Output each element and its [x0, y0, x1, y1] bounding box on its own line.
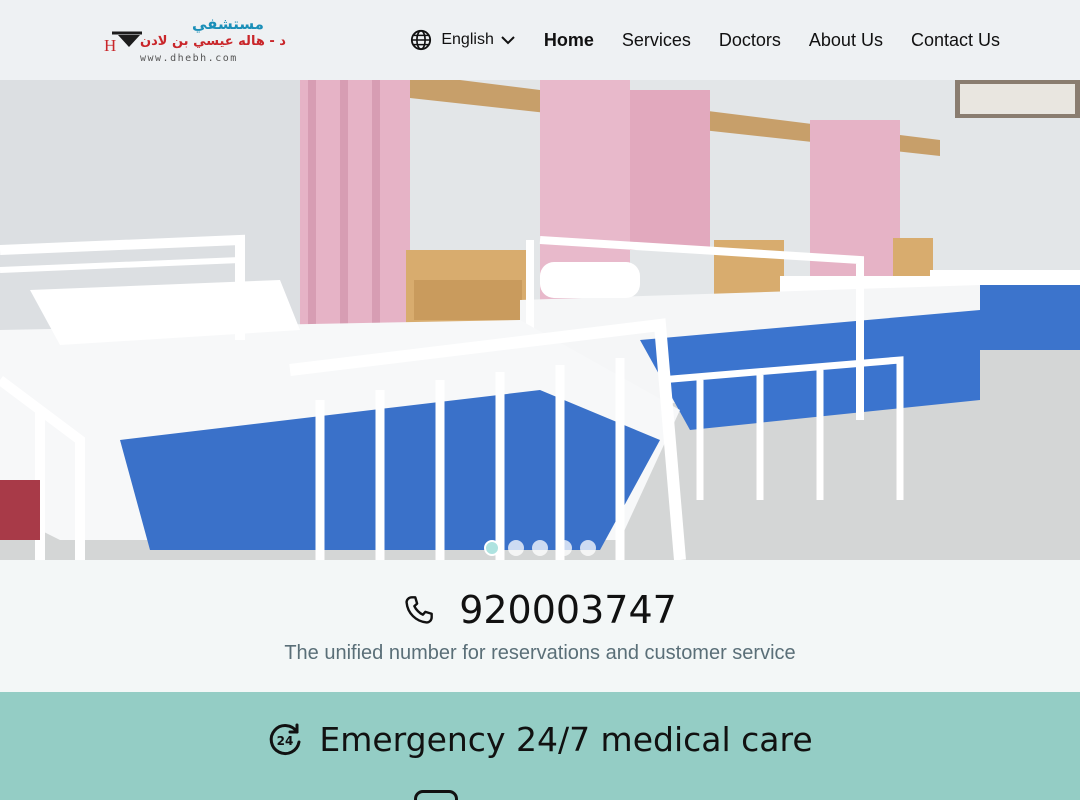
- nav-services[interactable]: Services: [622, 30, 691, 51]
- nav-contact-us[interactable]: Contact Us: [911, 30, 1000, 51]
- slider-dot-4[interactable]: [556, 540, 572, 556]
- slider-dot-5[interactable]: [580, 540, 596, 556]
- chevron-down-icon: [501, 36, 515, 45]
- phone-icon: [405, 596, 434, 624]
- nav-about-us[interactable]: About Us: [809, 30, 883, 51]
- 24-hours-icon: 24: [270, 723, 301, 755]
- hero-slider[interactable]: [0, 80, 1080, 560]
- next-item-icon: [414, 790, 458, 800]
- contact-section: 920003747 The unified number for reserva…: [0, 560, 1080, 692]
- nav-doctors[interactable]: Doctors: [719, 30, 781, 51]
- emergency-section: 24 Emergency 24/7 medical care: [0, 692, 1080, 800]
- phone-number[interactable]: 920003747: [459, 588, 677, 632]
- globe-icon: [411, 29, 432, 51]
- hospital-logo[interactable]: H مستشفي د - هاله عيسي بن لادن www.dhebh…: [82, 12, 286, 68]
- language-selector[interactable]: English: [410, 29, 515, 51]
- emergency-text: Emergency 24/7 medical care: [319, 720, 813, 759]
- slider-dot-1[interactable]: [484, 540, 500, 556]
- phone-subtitle: The unified number for reservations and …: [284, 642, 796, 664]
- main-nav: English Home Services Doctors About Us C…: [410, 0, 1000, 80]
- phone-row[interactable]: 920003747: [0, 588, 1080, 632]
- slider-dot-3[interactable]: [532, 540, 548, 556]
- slider-dots: [0, 540, 1080, 556]
- hospital-logo-icon: H: [88, 16, 142, 64]
- slider-dot-2[interactable]: [508, 540, 524, 556]
- nav-home[interactable]: Home: [544, 30, 594, 51]
- site-header: H مستشفي د - هاله عيسي بن لادن www.dhebh…: [0, 0, 1080, 80]
- svg-text:H: H: [104, 36, 116, 55]
- emergency-row: 24 Emergency 24/7 medical care: [0, 720, 1080, 759]
- language-label: English: [441, 31, 494, 48]
- logo-website: www.dhebh.com: [140, 53, 238, 64]
- logo-arabic-name: د - هاله عيسي بن لادن: [140, 34, 286, 49]
- logo-arabic-title: مستشفي: [192, 15, 264, 33]
- svg-text:24: 24: [277, 734, 294, 748]
- hospital-ward-image: [0, 80, 1080, 560]
